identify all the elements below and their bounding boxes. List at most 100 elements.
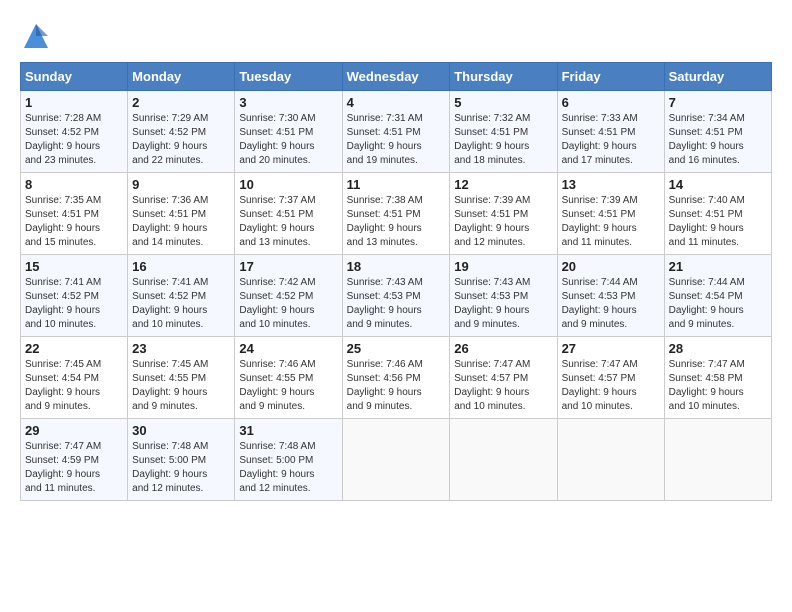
calendar-cell xyxy=(664,419,771,501)
calendar-header: SundayMondayTuesdayWednesdayThursdayFrid… xyxy=(21,63,772,91)
header-cell-tuesday: Tuesday xyxy=(235,63,342,91)
day-info: Sunrise: 7:32 AM Sunset: 4:51 PM Dayligh… xyxy=(454,112,552,168)
day-info: Sunrise: 7:45 AM Sunset: 4:54 PM Dayligh… xyxy=(25,358,123,414)
calendar-cell: 24 Sunrise: 7:46 AM Sunset: 4:55 PM Dayli… xyxy=(235,337,342,419)
day-number: 3 xyxy=(239,95,337,110)
calendar-week-1: 1 Sunrise: 7:28 AM Sunset: 4:52 PM Daylig… xyxy=(21,91,772,173)
calendar-week-3: 15 Sunrise: 7:41 AM Sunset: 4:52 PM Dayli… xyxy=(21,255,772,337)
header-cell-saturday: Saturday xyxy=(664,63,771,91)
day-info: Sunrise: 7:47 AM Sunset: 4:58 PM Dayligh… xyxy=(669,358,767,414)
day-number: 6 xyxy=(562,95,660,110)
calendar-cell: 26 Sunrise: 7:47 AM Sunset: 4:57 PM Dayli… xyxy=(450,337,557,419)
day-number: 16 xyxy=(132,259,230,274)
calendar-cell: 16 Sunrise: 7:41 AM Sunset: 4:52 PM Dayli… xyxy=(128,255,235,337)
day-info: Sunrise: 7:39 AM Sunset: 4:51 PM Dayligh… xyxy=(562,194,660,250)
day-number: 11 xyxy=(347,177,446,192)
day-number: 23 xyxy=(132,341,230,356)
calendar-week-5: 29 Sunrise: 7:47 AM Sunset: 4:59 PM Dayli… xyxy=(21,419,772,501)
calendar-cell: 23Sunrise: 7:45 AM Sunset: 4:55 PM Dayli… xyxy=(128,337,235,419)
calendar-cell: 4 Sunrise: 7:31 AM Sunset: 4:51 PM Daylig… xyxy=(342,91,450,173)
day-number: 17 xyxy=(239,259,337,274)
calendar-week-2: 8 Sunrise: 7:35 AM Sunset: 4:51 PM Daylig… xyxy=(21,173,772,255)
day-number: 25 xyxy=(347,341,446,356)
calendar-cell: 9 Sunrise: 7:36 AM Sunset: 4:51 PM Daylig… xyxy=(128,173,235,255)
day-info: Sunrise: 7:39 AM Sunset: 4:51 PM Dayligh… xyxy=(454,194,552,250)
day-number: 18 xyxy=(347,259,446,274)
header-cell-sunday: Sunday xyxy=(21,63,128,91)
day-info: Sunrise: 7:40 AM Sunset: 4:51 PM Dayligh… xyxy=(669,194,767,250)
day-info: Sunrise: 7:47 AM Sunset: 4:59 PM Dayligh… xyxy=(25,440,123,496)
day-info: Sunrise: 7:33 AM Sunset: 4:51 PM Dayligh… xyxy=(562,112,660,168)
calendar-cell: 28Sunrise: 7:47 AM Sunset: 4:58 PM Dayli… xyxy=(664,337,771,419)
day-number: 24 xyxy=(239,341,337,356)
calendar-cell: 25 Sunrise: 7:46 AM Sunset: 4:56 PM Dayli… xyxy=(342,337,450,419)
day-info: Sunrise: 7:31 AM Sunset: 4:51 PM Dayligh… xyxy=(347,112,446,168)
calendar-cell: 3 Sunrise: 7:30 AM Sunset: 4:51 PM Daylig… xyxy=(235,91,342,173)
day-number: 12 xyxy=(454,177,552,192)
calendar-cell: 8 Sunrise: 7:35 AM Sunset: 4:51 PM Daylig… xyxy=(21,173,128,255)
calendar-cell: 2Sunrise: 7:29 AM Sunset: 4:52 PM Daylig… xyxy=(128,91,235,173)
day-number: 10 xyxy=(239,177,337,192)
day-info: Sunrise: 7:43 AM Sunset: 4:53 PM Dayligh… xyxy=(347,276,446,332)
calendar-cell: 5 Sunrise: 7:32 AM Sunset: 4:51 PM Daylig… xyxy=(450,91,557,173)
day-number: 9 xyxy=(132,177,230,192)
calendar-cell: 7 Sunrise: 7:34 AM Sunset: 4:51 PM Daylig… xyxy=(664,91,771,173)
day-info: Sunrise: 7:28 AM Sunset: 4:52 PM Dayligh… xyxy=(25,112,123,168)
day-info: Sunrise: 7:42 AM Sunset: 4:52 PM Dayligh… xyxy=(239,276,337,332)
calendar-week-4: 22 Sunrise: 7:45 AM Sunset: 4:54 PM Dayli… xyxy=(21,337,772,419)
day-number: 8 xyxy=(25,177,123,192)
day-number: 29 xyxy=(25,423,123,438)
day-number: 7 xyxy=(669,95,767,110)
day-info: Sunrise: 7:38 AM Sunset: 4:51 PM Dayligh… xyxy=(347,194,446,250)
day-info: Sunrise: 7:34 AM Sunset: 4:51 PM Dayligh… xyxy=(669,112,767,168)
day-number: 20 xyxy=(562,259,660,274)
calendar-cell: 10 Sunrise: 7:37 AM Sunset: 4:51 PM Dayli… xyxy=(235,173,342,255)
day-info: Sunrise: 7:35 AM Sunset: 4:51 PM Dayligh… xyxy=(25,194,123,250)
day-number: 4 xyxy=(347,95,446,110)
day-info: Sunrise: 7:41 AM Sunset: 4:52 PM Dayligh… xyxy=(25,276,123,332)
calendar-cell xyxy=(450,419,557,501)
calendar-body: 1 Sunrise: 7:28 AM Sunset: 4:52 PM Daylig… xyxy=(21,91,772,501)
day-info: Sunrise: 7:41 AM Sunset: 4:52 PM Dayligh… xyxy=(132,276,230,332)
calendar-cell: 14Sunrise: 7:40 AM Sunset: 4:51 PM Dayli… xyxy=(664,173,771,255)
logo xyxy=(20,20,56,52)
calendar-cell: 22 Sunrise: 7:45 AM Sunset: 4:54 PM Dayli… xyxy=(21,337,128,419)
header-row: SundayMondayTuesdayWednesdayThursdayFrid… xyxy=(21,63,772,91)
day-number: 15 xyxy=(25,259,123,274)
day-number: 19 xyxy=(454,259,552,274)
day-info: Sunrise: 7:46 AM Sunset: 4:55 PM Dayligh… xyxy=(239,358,337,414)
calendar-table: SundayMondayTuesdayWednesdayThursdayFrid… xyxy=(20,62,772,501)
logo-icon xyxy=(20,20,52,52)
calendar-cell: 30Sunrise: 7:48 AM Sunset: 5:00 PM Dayli… xyxy=(128,419,235,501)
day-info: Sunrise: 7:29 AM Sunset: 4:52 PM Dayligh… xyxy=(132,112,230,168)
day-info: Sunrise: 7:44 AM Sunset: 4:53 PM Dayligh… xyxy=(562,276,660,332)
day-info: Sunrise: 7:36 AM Sunset: 4:51 PM Dayligh… xyxy=(132,194,230,250)
calendar-cell xyxy=(342,419,450,501)
calendar-cell: 31Sunrise: 7:48 AM Sunset: 5:00 PM Dayli… xyxy=(235,419,342,501)
header-cell-monday: Monday xyxy=(128,63,235,91)
day-number: 5 xyxy=(454,95,552,110)
day-info: Sunrise: 7:44 AM Sunset: 4:54 PM Dayligh… xyxy=(669,276,767,332)
day-info: Sunrise: 7:30 AM Sunset: 4:51 PM Dayligh… xyxy=(239,112,337,168)
day-number: 26 xyxy=(454,341,552,356)
header-cell-friday: Friday xyxy=(557,63,664,91)
day-number: 1 xyxy=(25,95,123,110)
day-number: 22 xyxy=(25,341,123,356)
calendar-cell: 21Sunrise: 7:44 AM Sunset: 4:54 PM Dayli… xyxy=(664,255,771,337)
day-number: 31 xyxy=(239,423,337,438)
calendar-cell: 6 Sunrise: 7:33 AM Sunset: 4:51 PM Daylig… xyxy=(557,91,664,173)
calendar-cell: 29 Sunrise: 7:47 AM Sunset: 4:59 PM Dayli… xyxy=(21,419,128,501)
calendar-cell: 20 Sunrise: 7:44 AM Sunset: 4:53 PM Dayli… xyxy=(557,255,664,337)
header-cell-thursday: Thursday xyxy=(450,63,557,91)
calendar-cell: 17 Sunrise: 7:42 AM Sunset: 4:52 PM Dayli… xyxy=(235,255,342,337)
day-info: Sunrise: 7:43 AM Sunset: 4:53 PM Dayligh… xyxy=(454,276,552,332)
calendar-cell: 1 Sunrise: 7:28 AM Sunset: 4:52 PM Daylig… xyxy=(21,91,128,173)
page-header xyxy=(20,20,772,52)
calendar-cell: 27Sunrise: 7:47 AM Sunset: 4:57 PM Dayli… xyxy=(557,337,664,419)
calendar-cell: 12 Sunrise: 7:39 AM Sunset: 4:51 PM Dayli… xyxy=(450,173,557,255)
day-number: 27 xyxy=(562,341,660,356)
day-info: Sunrise: 7:47 AM Sunset: 4:57 PM Dayligh… xyxy=(454,358,552,414)
day-info: Sunrise: 7:46 AM Sunset: 4:56 PM Dayligh… xyxy=(347,358,446,414)
day-info: Sunrise: 7:37 AM Sunset: 4:51 PM Dayligh… xyxy=(239,194,337,250)
header-cell-wednesday: Wednesday xyxy=(342,63,450,91)
